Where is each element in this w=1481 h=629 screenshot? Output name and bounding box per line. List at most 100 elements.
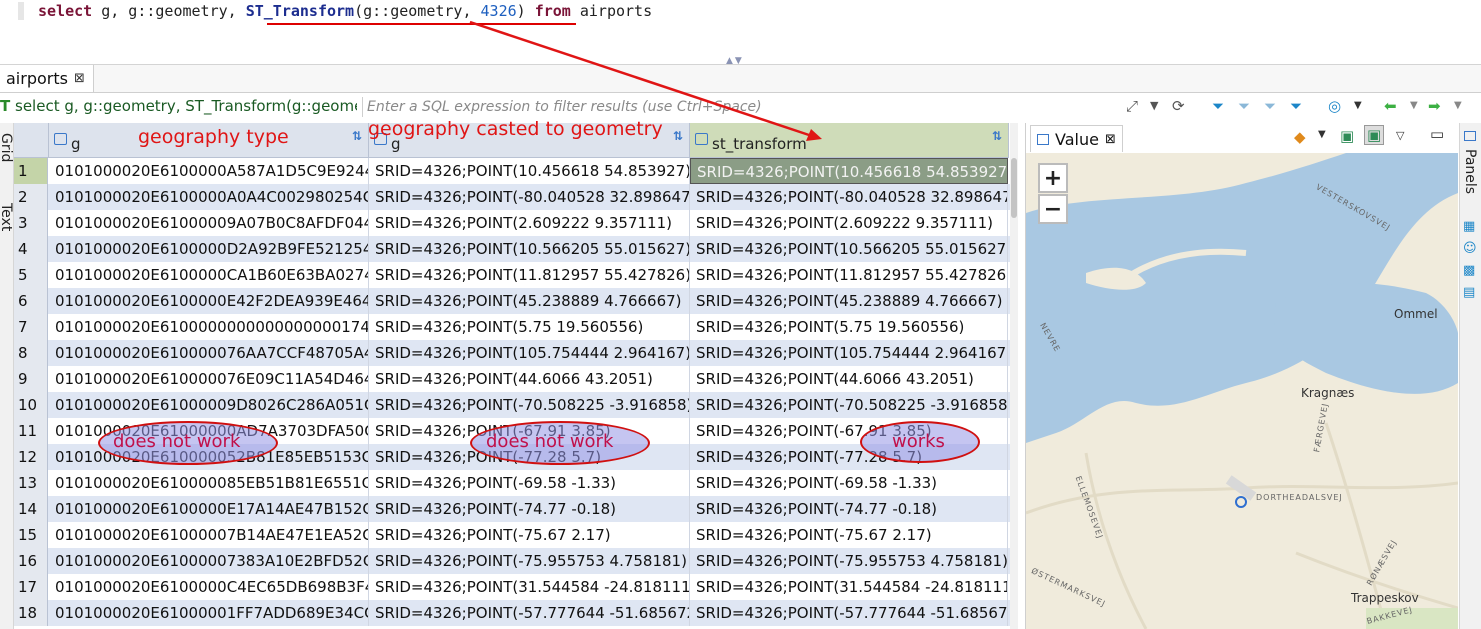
cell-st-transform[interactable]: SRID=4326;POINT(-74.77 -0.18) [690, 496, 1008, 522]
row-number-cell[interactable]: 7 [14, 314, 48, 340]
map-canvas [1026, 153, 1458, 629]
table-row[interactable]: 15 0101000020E61000007B14AE47E1EA52C0 SRID… [14, 522, 1010, 548]
close-icon[interactable]: ⊠ [1105, 132, 1116, 147]
cell-g-geometry[interactable]: SRID=4326;POINT(-75.955753 4.758181) [369, 548, 690, 574]
cell-st-transform[interactable]: SRID=4326;POINT(105.754444 2.964167) [690, 340, 1008, 366]
cell-g-geometry[interactable]: SRID=4326;POINT(11.812957 55.427826) [369, 262, 690, 288]
cell-st-transform[interactable]: SRID=4326;POINT(2.609222 9.357111) [690, 210, 1008, 236]
row-number-cell[interactable]: 12 [14, 444, 48, 470]
panel-menu-icon[interactable]: ▽ [1396, 129, 1404, 142]
row-number-cell[interactable]: 10 [14, 392, 48, 418]
value-tab-label: Value [1055, 129, 1099, 149]
value-panel-icon[interactable]: ▤ [1463, 285, 1475, 300]
grid-panel-icon[interactable]: ▦ [1463, 219, 1475, 234]
zoom-in-button[interactable]: + [1038, 163, 1068, 193]
table-row[interactable]: 4 0101000020E6100000D2A92B9FE5212540 SRID=… [14, 236, 1010, 262]
cell-g[interactable]: 0101000020E6100000C4EC65DB698B3F40 [49, 574, 369, 600]
cell-st-transform[interactable]: SRID=4326;POINT(-70.508225 -3.916858) [690, 392, 1008, 418]
panels-icon[interactable] [1464, 131, 1476, 141]
cell-st-transform[interactable]: SRID=4326;POINT(-69.58 -1.33) [690, 470, 1008, 496]
row-number-cell[interactable]: 8 [14, 340, 48, 366]
cell-g[interactable]: 0101000020E6100000E17A14AE47B152C0 [49, 496, 369, 522]
cell-g[interactable]: 0101000020E610000085EB51B81E6551C0 [49, 470, 369, 496]
map-view[interactable]: + − Ommel Kragnæs Trappeskov VESTERSKOVS… [1026, 153, 1458, 629]
map-road-label: DORTHEADALSVEJ [1256, 493, 1343, 502]
table-row[interactable]: 13 0101000020E610000085EB51B81E6551C0 SRID… [14, 470, 1010, 496]
cell-g-geometry[interactable]: SRID=4326;POINT(105.754444 2.964167) [369, 340, 690, 366]
row-number-cell[interactable]: 16 [14, 548, 48, 574]
table-row[interactable]: 16 0101000020E61000007383A10E2BFD52C0 SRID… [14, 548, 1010, 574]
cell-g[interactable]: 0101000020E61000009A07B0C8AFDF0440 [49, 210, 369, 236]
row-number-cell[interactable]: 3 [14, 210, 48, 236]
cell-st-transform[interactable]: SRID=4326;POINT(45.238889 4.766667) [690, 288, 1008, 314]
value-panel-icon [1037, 133, 1049, 145]
cell-st-transform[interactable]: SRID=4326;POINT(10.566205 55.015627) [690, 236, 1008, 262]
zoom-out-button[interactable]: − [1038, 194, 1068, 224]
cell-g[interactable]: 0101000020E6100000E42F2DEA939E4640 [49, 288, 369, 314]
cell-g-geometry[interactable]: SRID=4326;POINT(10.566205 55.015627) [369, 236, 690, 262]
row-number-cell[interactable]: 9 [14, 366, 48, 392]
annotation-works: works [892, 431, 945, 452]
cell-g-geometry[interactable]: SRID=4326;POINT(5.75 19.560556) [369, 314, 690, 340]
row-number-cell[interactable]: 14 [14, 496, 48, 522]
cell-g-geometry[interactable]: SRID=4326;POINT(-75.67 2.17) [369, 522, 690, 548]
table-row[interactable]: 3 0101000020E61000009A07B0C8AFDF0440 SRID=… [14, 210, 1010, 236]
cell-st-transform[interactable]: SRID=4326;POINT(31.544584 -24.818111) [690, 574, 1008, 600]
row-number-cell[interactable]: 17 [14, 574, 48, 600]
panels-toggle[interactable]: Panels [1462, 149, 1478, 194]
cell-st-transform[interactable]: SRID=4326;POINT(-75.67 2.17) [690, 522, 1008, 548]
row-number-cell[interactable]: 18 [14, 600, 48, 626]
face-panel-icon[interactable]: ☺ [1463, 241, 1477, 256]
table-row[interactable]: 10 0101000020E61000009D8026C286A051C0 SRID… [14, 392, 1010, 418]
layers-dropdown-icon[interactable]: ▼ [1318, 129, 1326, 140]
table-row[interactable]: 7 0101000020E61000000000000000001740 SRID=… [14, 314, 1010, 340]
map-place-label: Ommel [1394, 307, 1438, 321]
cell-st-transform[interactable]: SRID=4326;POINT(-57.777644 -51.685672) [690, 600, 1008, 626]
row-number-cell[interactable]: 13 [14, 470, 48, 496]
table-row[interactable]: 9 0101000020E610000076E09C11A54D4640 SRID=… [14, 366, 1010, 392]
text-view-toggle[interactable]: Text [0, 203, 14, 231]
cell-g-geometry[interactable]: SRID=4326;POINT(-74.77 -0.18) [369, 496, 690, 522]
table-row[interactable]: 18 0101000020E61000001FF7ADD689E34CC0 SRID… [14, 600, 1010, 626]
cell-g-geometry[interactable]: SRID=4326;POINT(31.544584 -24.818111) [369, 574, 690, 600]
cell-st-transform[interactable]: SRID=4326;POINT(44.6066 43.2051) [690, 366, 1008, 392]
table-row[interactable]: 8 0101000020E610000076AA7CCF48705A40 SRID=… [14, 340, 1010, 366]
save-icon[interactable]: ▣ [1340, 127, 1354, 145]
cell-g[interactable]: 0101000020E6100000D2A92B9FE5212540 [49, 236, 369, 262]
map-place-label: Trappeskov [1351, 591, 1419, 605]
cell-st-transform[interactable]: SRID=4326;POINT(5.75 19.560556) [690, 314, 1008, 340]
cell-st-transform[interactable]: SRID=4326;POINT(-75.955753 4.758181) [690, 548, 1008, 574]
row-number-cell[interactable]: 6 [14, 288, 48, 314]
table-row[interactable]: 17 0101000020E6100000C4EC65DB698B3F40 SRID… [14, 574, 1010, 600]
cell-g-geometry[interactable]: SRID=4326;POINT(-70.508225 -3.916858) [369, 392, 690, 418]
cell-g[interactable]: 0101000020E610000076AA7CCF48705A40 [49, 340, 369, 366]
cell-g[interactable]: 0101000020E61000007B14AE47E1EA52C0 [49, 522, 369, 548]
minimize-icon[interactable]: ▭ [1430, 125, 1444, 143]
row-number-cell[interactable]: 4 [14, 236, 48, 262]
cell-g-geometry[interactable]: SRID=4326;POINT(44.6066 43.2051) [369, 366, 690, 392]
row-number-cell[interactable]: 15 [14, 522, 48, 548]
cell-g-geometry[interactable]: SRID=4326;POINT(-69.58 -1.33) [369, 470, 690, 496]
table-row[interactable]: 14 0101000020E6100000E17A14AE47B152C0 SRID… [14, 496, 1010, 522]
tab-value[interactable]: Value ⊠ [1030, 125, 1123, 152]
cell-g-geometry[interactable]: SRID=4326;POINT(-57.777644 -51.685672) [369, 600, 690, 626]
table-row[interactable]: 5 0101000020E6100000CA1B60E63BA02740 SRID=… [14, 262, 1010, 288]
cell-g[interactable]: 0101000020E61000007383A10E2BFD52C0 [49, 548, 369, 574]
row-number-cell[interactable]: 11 [14, 418, 48, 444]
cell-g[interactable]: 0101000020E61000009D8026C286A051C0 [49, 392, 369, 418]
checker-panel-icon[interactable]: ▩ [1463, 263, 1475, 278]
cell-g[interactable]: 0101000020E61000001FF7ADD689E34CC0 [49, 600, 369, 626]
cell-st-transform[interactable]: SRID=4326;POINT(11.812957 55.427826) [690, 262, 1008, 288]
value-panel: Value ⊠ ◆ ▼ ▣ ▣ ▽ ▭ + − Ommel Kragnæs Tr… [1025, 123, 1458, 629]
save-as-icon[interactable]: ▣ [1364, 125, 1385, 145]
cell-g-geometry[interactable]: SRID=4326;POINT(2.609222 9.357111) [369, 210, 690, 236]
cell-g[interactable]: 0101000020E61000000000000000001740 [49, 314, 369, 340]
map-layers-icon[interactable]: ◆ [1294, 128, 1306, 146]
row-number-cell[interactable]: 5 [14, 262, 48, 288]
annotation-does-not-work: does not work [486, 431, 614, 452]
cell-g[interactable]: 0101000020E6100000CA1B60E63BA02740 [49, 262, 369, 288]
table-row[interactable]: 6 0101000020E6100000E42F2DEA939E4640 SRID=… [14, 288, 1010, 314]
cell-g[interactable]: 0101000020E610000076E09C11A54D4640 [49, 366, 369, 392]
cell-g-geometry[interactable]: SRID=4326;POINT(45.238889 4.766667) [369, 288, 690, 314]
annotation-does-not-work: does not work [113, 431, 241, 452]
